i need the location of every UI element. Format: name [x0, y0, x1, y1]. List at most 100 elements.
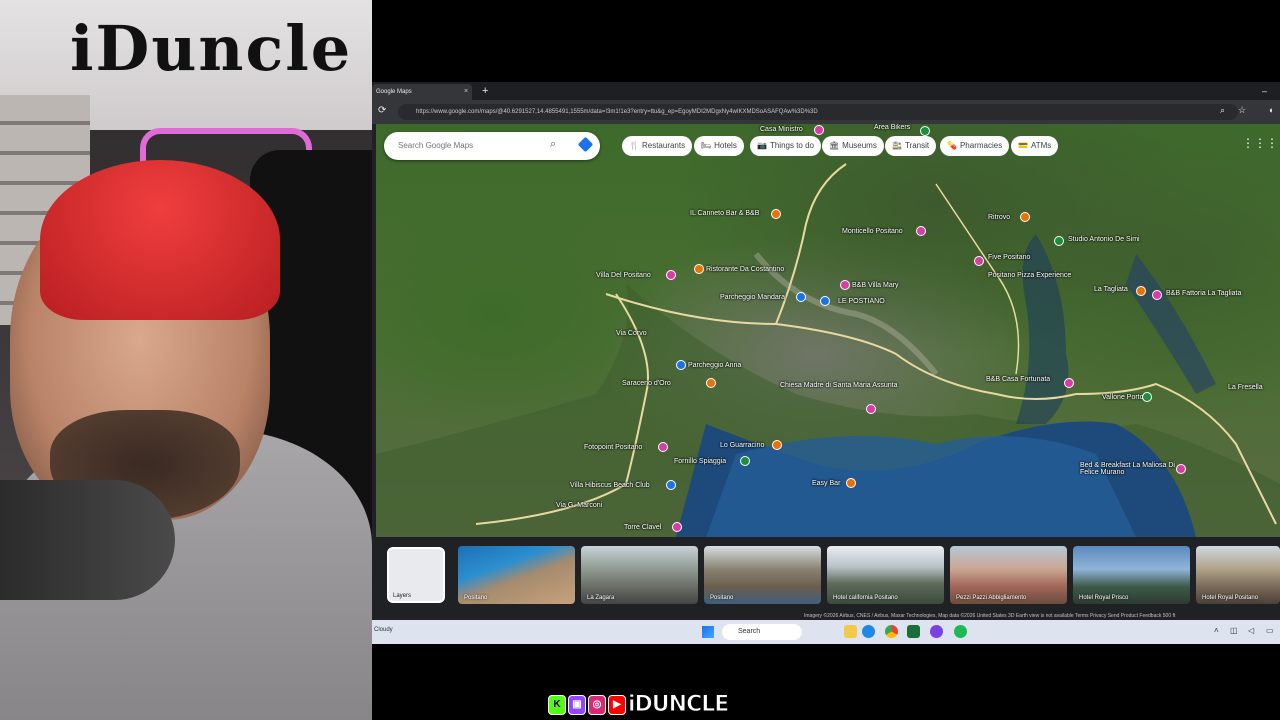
battery-icon[interactable]: ▭	[1266, 626, 1274, 635]
weather-widget[interactable]: Cloudy	[374, 627, 393, 633]
place-label[interactable]: Parcheggio Mandara	[720, 294, 785, 301]
bookmark-star-icon[interactable]: ☆	[1238, 105, 1246, 116]
place-label[interactable]: Fotopoint Positano	[584, 444, 642, 451]
new-tab-icon[interactable]: +	[482, 83, 488, 99]
place-label[interactable]: Positano Pizza Experience	[988, 272, 1071, 279]
map-pin[interactable]	[840, 280, 850, 290]
map-pin[interactable]	[771, 209, 781, 219]
map-pin[interactable]	[694, 264, 704, 274]
map-pin[interactable]	[796, 292, 806, 302]
volume-icon[interactable]: ◁	[1248, 626, 1254, 635]
transit-icon: 🚉	[892, 141, 902, 150]
chip-hotels[interactable]: 🛏 Hotels	[694, 136, 744, 156]
map-pin[interactable]	[658, 442, 668, 452]
place-label[interactable]: Villa Hibiscus Beach Club	[570, 482, 650, 489]
chrome-icon[interactable]	[885, 625, 898, 638]
photo-thumbnail[interactable]: Hotel Royal Prisco	[1073, 546, 1190, 604]
google-apps-icon[interactable]: ⋮⋮⋮	[1242, 136, 1278, 150]
place-label[interactable]: La Tagliata	[1094, 286, 1128, 293]
place-label[interactable]: Studio Antonio De Simi	[1068, 236, 1140, 243]
place-label[interactable]: Casa Ministro	[760, 126, 803, 133]
edge-icon[interactable]	[862, 625, 875, 638]
photo-thumbnail[interactable]: Positano	[458, 546, 575, 604]
tab-close-icon[interactable]: ×	[464, 84, 468, 100]
map-pin[interactable]	[772, 440, 782, 450]
place-label: Via G. Marconi	[556, 502, 603, 509]
place-label[interactable]: La Fresella	[1228, 384, 1263, 391]
place-label[interactable]: Vallone Porto	[1102, 394, 1144, 401]
place-label[interactable]: Torre Clavel	[624, 524, 661, 531]
map-pin[interactable]	[1176, 464, 1186, 474]
place-label[interactable]: Ristorante Da Costantino	[706, 266, 784, 273]
search-placeholder: Search Google Maps	[398, 141, 474, 150]
terminal-icon[interactable]	[907, 625, 920, 638]
photo-thumbnail[interactable]: Positano	[704, 546, 821, 604]
map-pin[interactable]	[740, 456, 750, 466]
file-explorer-icon[interactable]	[844, 625, 857, 638]
twitch-icon: ▣	[568, 695, 586, 715]
place-label[interactable]: Five Positano	[988, 254, 1030, 261]
place-label[interactable]: B&B Villa Mary	[852, 282, 899, 289]
chip-things-to-do[interactable]: 📷 Things to do	[750, 136, 821, 156]
place-label[interactable]: Villa Del Positano	[596, 272, 651, 279]
photo-thumbnail[interactable]: Hotel california Positano	[827, 546, 944, 604]
place-label[interactable]: Monticello Positano	[842, 228, 903, 235]
search-icon[interactable]: ⌕	[550, 138, 556, 151]
map-pin[interactable]	[706, 378, 716, 388]
tray-chevron-icon[interactable]: ˄	[1214, 626, 1219, 635]
photo-thumbnail[interactable]: Pezzi Pazzi Abbigliamento	[950, 546, 1067, 604]
place-label[interactable]: Saraceno d'Oro	[622, 380, 671, 387]
map-pin[interactable]	[1020, 212, 1030, 222]
map-pin[interactable]	[920, 126, 930, 136]
place-label[interactable]: IL Canneto Bar & B&B	[690, 210, 759, 217]
map-pin[interactable]	[814, 125, 824, 135]
map-pin[interactable]	[666, 270, 676, 280]
chip-atms[interactable]: 💳 ATMs	[1011, 136, 1059, 156]
place-label[interactable]: Easy Bar	[812, 480, 840, 487]
map-pin[interactable]	[1152, 290, 1162, 300]
spotify-icon[interactable]	[954, 625, 967, 638]
map-pin[interactable]	[916, 226, 926, 236]
minimize-icon[interactable]: –	[1262, 84, 1267, 98]
network-icon[interactable]: ◫	[1230, 626, 1238, 635]
map-search-box[interactable]: Search Google Maps ⌕	[384, 132, 600, 160]
tab-google-maps[interactable]: Google Maps ×	[372, 84, 472, 100]
layers-button[interactable]: Layers	[387, 547, 445, 603]
satellite-map[interactable]: Search Google Maps ⌕ 🍴 Restaurants 🛏 Hotel…	[376, 124, 1280, 537]
map-pin[interactable]	[866, 404, 876, 414]
reload-icon[interactable]: ⟳	[378, 105, 386, 116]
place-label[interactable]: Lo Guarracino	[720, 442, 764, 449]
chip-transit[interactable]: 🚉 Transit	[885, 136, 937, 156]
chip-restaurants[interactable]: 🍴 Restaurants	[622, 136, 693, 156]
place-label[interactable]: Bed & Breakfast La Maliosa Di Felice Mur…	[1080, 462, 1180, 476]
map-pin[interactable]	[1136, 286, 1146, 296]
profile-icon[interactable]: ◖	[1268, 105, 1273, 115]
place-label[interactable]: Ritrovo	[988, 214, 1010, 221]
place-label[interactable]: B&B Fattoria La Tagliata	[1166, 290, 1241, 297]
zoom-icon[interactable]: ⌕	[1220, 105, 1225, 116]
twitch-app-icon[interactable]	[930, 625, 943, 638]
chip-museums[interactable]: 🏛 Museums	[822, 136, 884, 156]
map-pin[interactable]	[1064, 378, 1074, 388]
map-pin[interactable]	[676, 360, 686, 370]
map-pin[interactable]	[974, 256, 984, 266]
photo-thumbnail[interactable]: La Zagara	[581, 546, 698, 604]
place-label[interactable]: Chiesa Madre di Santa Maria Assunta	[780, 382, 898, 389]
map-pin[interactable]	[666, 480, 676, 490]
chip-pharmacies[interactable]: 💊 Pharmacies	[940, 136, 1010, 156]
map-pin[interactable]	[1142, 392, 1152, 402]
map-pin[interactable]	[820, 296, 830, 306]
windows-start-icon[interactable]	[702, 626, 714, 638]
place-label[interactable]: Parcheggio Anna	[688, 362, 741, 369]
url-field[interactable]: https://www.google.com/maps/@40.6291527,…	[398, 104, 1238, 120]
place-label[interactable]: B&B Casa Fortunata	[986, 376, 1050, 383]
place-label[interactable]: Fornillo Spiaggia	[674, 458, 726, 465]
map-pin[interactable]	[672, 522, 682, 532]
place-label[interactable]: Area Bikers	[874, 124, 910, 131]
map-pin[interactable]	[1054, 236, 1064, 246]
map-pin[interactable]	[846, 478, 856, 488]
directions-icon[interactable]	[577, 136, 594, 153]
photo-thumbnail[interactable]: Hotel Royal Positano	[1196, 546, 1280, 604]
taskbar-search[interactable]: Search	[722, 624, 802, 640]
place-label[interactable]: LE POSTIANO	[838, 298, 885, 305]
